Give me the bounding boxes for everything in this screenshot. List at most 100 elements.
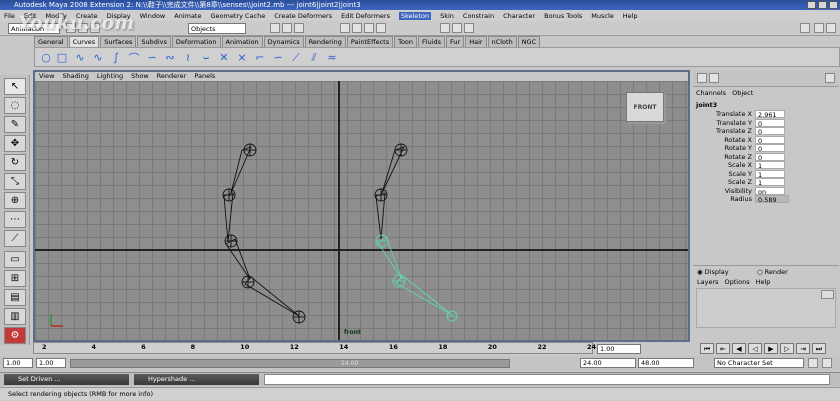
show-attribute-editor-icon[interactable] [800, 23, 810, 33]
view-cube[interactable]: FRONT [626, 92, 664, 122]
ik-handle-tool-icon[interactable]: ⟋ [4, 230, 26, 247]
joint[interactable] [394, 143, 408, 157]
curve-fillet-icon[interactable]: ⌐ [253, 51, 267, 64]
joint[interactable] [224, 234, 238, 248]
shelf-tab-rendering[interactable]: Rendering [304, 36, 346, 47]
shelf-tab-animation[interactable]: Animation [221, 36, 263, 47]
menu-character[interactable]: Character [503, 12, 535, 20]
joint-selected[interactable] [375, 234, 389, 248]
select-hierarchy-icon[interactable] [270, 23, 280, 33]
selection-mask-selector[interactable]: Objects [188, 23, 246, 34]
shelf-tab-surfaces[interactable]: Surfaces [100, 36, 137, 47]
close-button[interactable] [829, 1, 838, 9]
select-component-icon[interactable] [294, 23, 304, 33]
play-backward-icon[interactable]: ◁ [748, 343, 762, 354]
go-to-end-icon[interactable]: ⏭ [812, 343, 826, 354]
menu-help[interactable]: Help [623, 12, 638, 20]
paint-select-tool-icon[interactable]: ✎ [4, 116, 26, 133]
render-icon[interactable] [440, 23, 450, 33]
step-forward-frame-icon[interactable]: ▷ [780, 343, 794, 354]
select-object-icon[interactable] [282, 23, 292, 33]
step-back-frame-icon[interactable]: ◀ [732, 343, 746, 354]
menu-skin[interactable]: Skin [440, 12, 454, 20]
shelf-tab-curves[interactable]: Curves [68, 36, 100, 47]
rotate-tool-icon[interactable]: ↻ [4, 154, 26, 171]
channel-menu-channels[interactable]: Channels [696, 89, 726, 97]
menu-geometry-cache[interactable]: Geometry Cache [211, 12, 266, 20]
shelf-tab-hair[interactable]: Hair [465, 36, 487, 47]
time-slider[interactable]: 2 4 6 8 10 12 14 16 18 20 22 24 [33, 342, 596, 354]
panel-menu-lighting[interactable]: Lighting [97, 72, 123, 81]
show-tool-settings-icon[interactable] [814, 23, 824, 33]
select-tool-icon[interactable]: ↖ [4, 78, 26, 95]
ipr-render-icon[interactable] [452, 23, 462, 33]
panel-menu-show[interactable]: Show [131, 72, 149, 81]
joint[interactable] [374, 188, 388, 202]
minimize-button[interactable] [807, 1, 816, 9]
render-settings-icon[interactable] [464, 23, 474, 33]
persp-outliner-layout-icon[interactable]: ▤ [4, 289, 26, 306]
shelf-tab-painteffects[interactable]: PaintEffects [346, 36, 394, 47]
menu-window[interactable]: Window [140, 12, 166, 20]
arc-curve-icon[interactable]: ⌒ [127, 51, 141, 65]
panel-menu-renderer[interactable]: Renderer [157, 72, 187, 81]
open-close-curves-icon[interactable]: ⌣ [199, 51, 213, 64]
hypershade-layout-icon[interactable]: ⚙ [4, 327, 26, 344]
channel-value-scale-y[interactable]: 1 [755, 169, 785, 179]
menu-bonus-tools[interactable]: Bonus Tools [544, 12, 582, 20]
panel-menu-shading[interactable]: Shading [62, 72, 88, 81]
channel-value-scale-x[interactable]: 1 [755, 161, 785, 170]
align-curves-icon[interactable]: ≀ [181, 51, 195, 64]
snap-plane-icon[interactable] [376, 23, 386, 33]
bone-segment-selected[interactable] [395, 275, 453, 316]
panel-toggle-icon[interactable] [825, 73, 835, 83]
playback-end-field[interactable]: 24.00 [580, 358, 636, 368]
render-layer-radio[interactable]: ○ Render [757, 268, 788, 276]
shelf-tab-deformation[interactable]: Deformation [171, 36, 221, 47]
intersect-curves-icon[interactable]: ⨯ [235, 51, 249, 64]
display-layer-radio[interactable]: ◉ Display [697, 268, 729, 276]
move-tool-icon[interactable]: ✥ [4, 135, 26, 152]
auto-key-icon[interactable] [808, 358, 818, 368]
joint[interactable] [243, 143, 257, 157]
layer-editor-icon[interactable] [709, 73, 719, 83]
extend-curve-icon[interactable]: ⟋ [289, 51, 303, 64]
snap-point-icon[interactable] [364, 23, 374, 33]
snap-grid-icon[interactable] [340, 23, 350, 33]
snap-curve-icon[interactable] [352, 23, 362, 33]
nurbs-square-icon[interactable]: □ [55, 51, 69, 64]
step-forward-key-icon[interactable]: ⇥ [796, 343, 810, 354]
menu-file[interactable]: File [4, 12, 15, 20]
panel-menu-panels[interactable]: Panels [194, 72, 215, 81]
menu-edit-deformers[interactable]: Edit Deformers [341, 12, 390, 20]
joint[interactable] [292, 310, 306, 324]
joint-selected[interactable] [446, 310, 458, 322]
play-forward-icon[interactable]: ▶ [764, 343, 778, 354]
bone-segment[interactable] [225, 238, 251, 280]
shelf-tab-toon[interactable]: Toon [394, 36, 418, 47]
menu-muscle[interactable]: Muscle [591, 12, 614, 20]
channel-value-rotate-y[interactable]: 0 [755, 144, 785, 153]
manipulator-tool-icon[interactable]: ⊕ [4, 192, 26, 209]
joint[interactable] [241, 275, 255, 289]
command-line-field[interactable] [264, 374, 830, 385]
go-to-start-icon[interactable]: ⏮ [700, 343, 714, 354]
shelf-tab-ngc[interactable]: NGC [517, 36, 541, 47]
shelf-tab-general[interactable]: General [34, 36, 68, 47]
offset-curve-icon[interactable]: ⫽ [307, 51, 321, 64]
bone-segment-selected[interactable] [377, 236, 403, 280]
menu-create-deformers[interactable]: Create Deformers [274, 12, 332, 20]
menu-skeleton[interactable]: Skeleton [398, 11, 432, 20]
ep-curve-icon[interactable]: ∿ [91, 51, 105, 64]
range-slider[interactable]: 24.00 [70, 359, 510, 368]
detach-curves-icon[interactable]: ∾ [163, 51, 177, 64]
layer-menu-options[interactable]: Options [725, 278, 750, 286]
show-channel-box-icon[interactable] [826, 23, 836, 33]
channel-value-rotate-x[interactable]: 0 [755, 135, 785, 145]
task-hypershade[interactable]: Hypershade ... [134, 374, 259, 385]
channel-value-radius[interactable]: 0.589 [755, 195, 789, 204]
single-view-layout-icon[interactable]: ▭ [4, 251, 26, 268]
playback-start-field[interactable]: 1.00 [36, 358, 66, 368]
persp-graph-layout-icon[interactable]: ▥ [4, 308, 26, 325]
channel-value-translate-z[interactable]: 0 [755, 127, 785, 136]
